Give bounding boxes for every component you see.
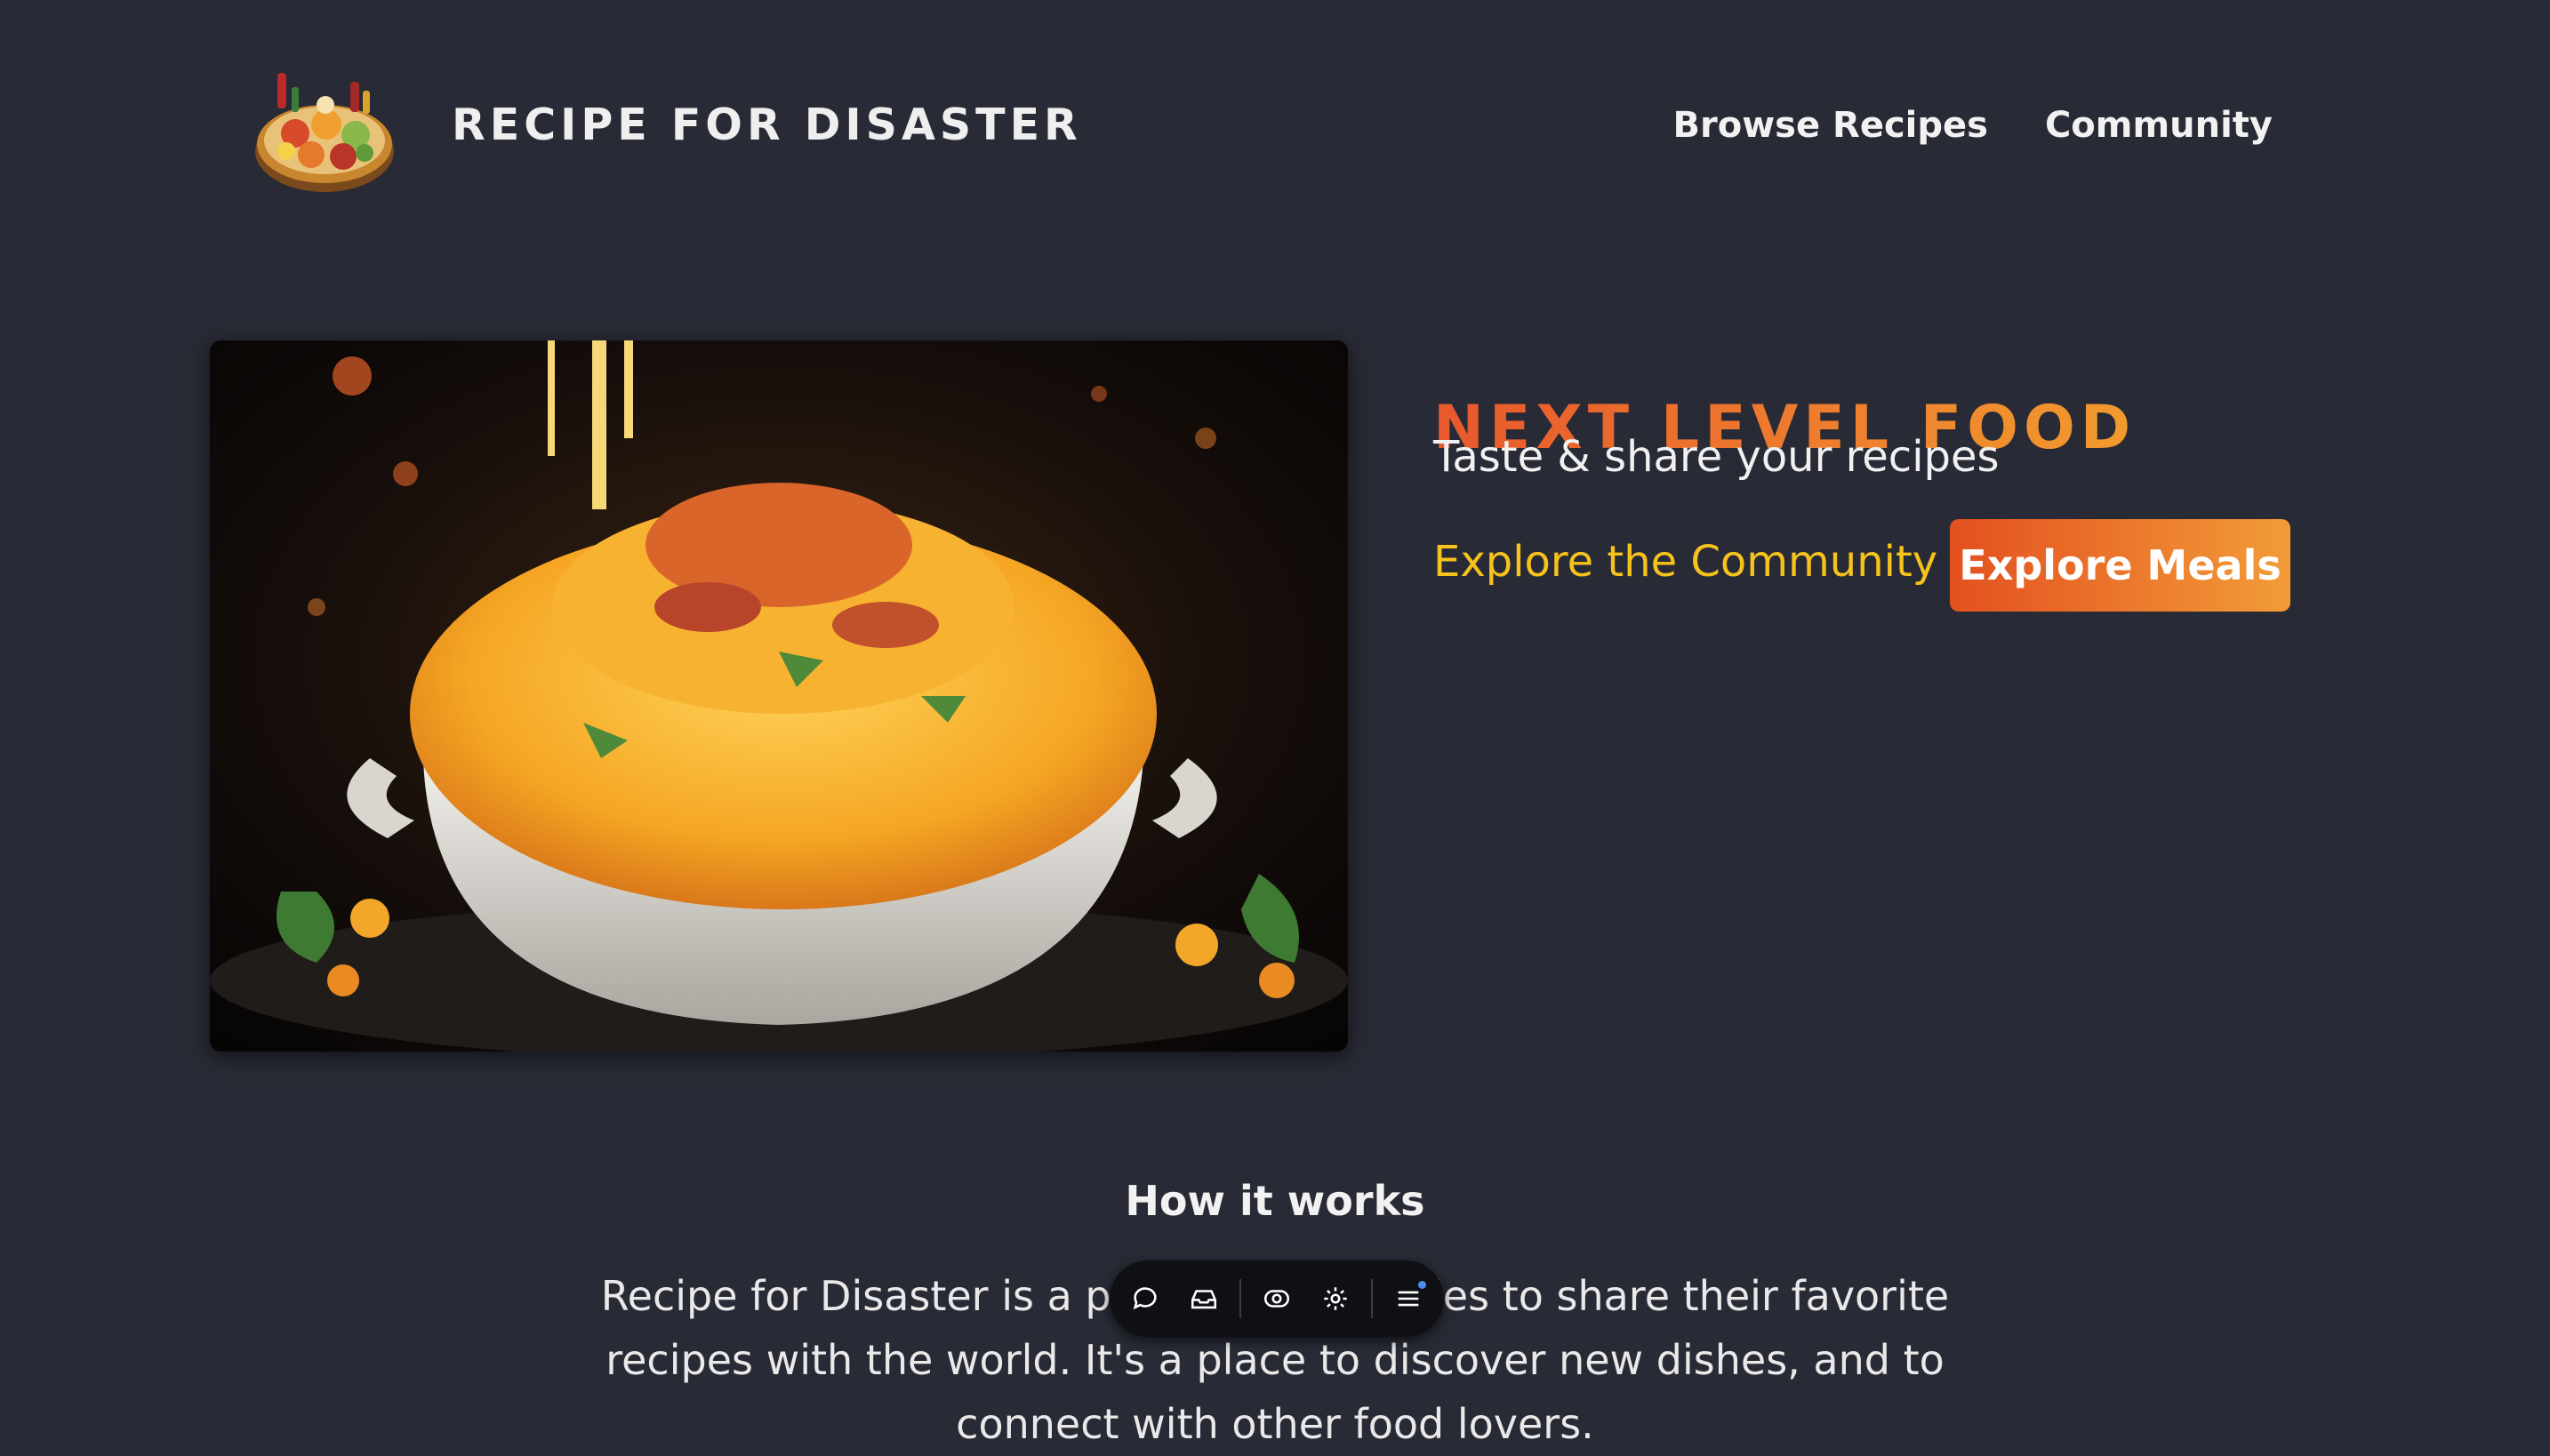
main-nav: Browse Recipes Community xyxy=(1673,105,2273,146)
inbox-icon[interactable] xyxy=(1181,1276,1227,1322)
menu-icon[interactable] xyxy=(1385,1276,1431,1322)
notification-dot xyxy=(1418,1281,1426,1289)
brand-name[interactable]: RECIPE FOR DISASTER xyxy=(452,100,1082,150)
toolbar-divider xyxy=(1239,1279,1241,1318)
comment-icon[interactable] xyxy=(1122,1276,1168,1322)
explore-community-link[interactable]: Explore the Community xyxy=(1433,537,1937,587)
nav-community[interactable]: Community xyxy=(2045,105,2273,146)
site-header: RECIPE FOR DISASTER Browse Recipes Commu… xyxy=(0,0,2550,258)
eye-icon[interactable] xyxy=(1254,1276,1300,1322)
settings-icon[interactable] xyxy=(1312,1276,1359,1322)
mac-and-cheese-photo xyxy=(210,340,1348,1052)
toolbar-divider xyxy=(1371,1279,1373,1318)
food-platter-logo-icon xyxy=(251,55,398,203)
floating-toolbar xyxy=(1110,1260,1444,1337)
how-it-works-title: How it works xyxy=(1125,1177,1425,1226)
hero-subtitle: Taste & share your recipes xyxy=(1433,432,2000,482)
explore-meals-button[interactable]: Explore Meals xyxy=(1950,519,2290,612)
nav-browse-recipes[interactable]: Browse Recipes xyxy=(1673,105,1988,146)
